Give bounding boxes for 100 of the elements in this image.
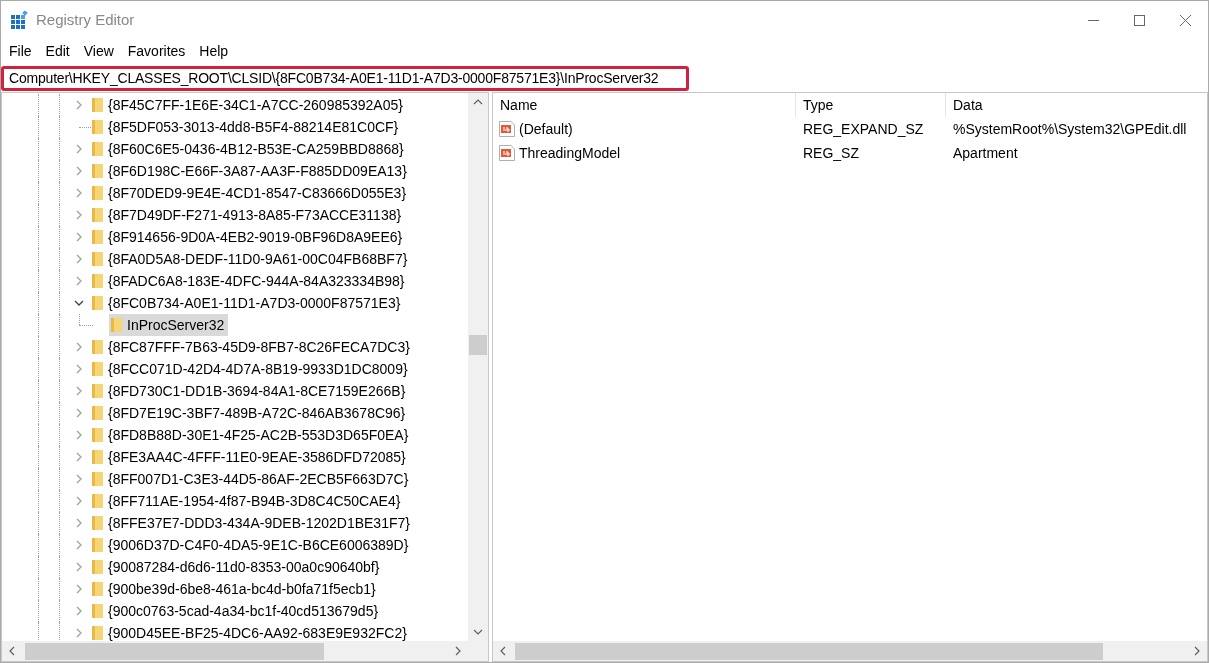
menu-item[interactable]: Favorites (120, 40, 193, 62)
tree-item[interactable]: {8FC0B734-A0E1-11D1-A7D3-0000F87571E3} (90, 292, 405, 314)
folder-icon (91, 515, 104, 531)
expand-chevron-icon[interactable] (76, 254, 82, 264)
tree-item[interactable]: {8F914656-9D0A-4EB2-9019-0BF96D8A9EE6} (90, 226, 407, 248)
tree-item[interactable]: {8FF711AE-1954-4f87-B94B-3D8C4C50CAE4} (90, 490, 405, 512)
folder-icon (91, 383, 104, 399)
folder-icon (91, 493, 104, 509)
folder-icon (91, 625, 104, 641)
tree-item[interactable]: {8FD730C1-DD1B-3694-84A1-8CE7159E266B} (90, 380, 410, 402)
expand-chevron-icon[interactable] (76, 144, 82, 154)
folder-icon (91, 97, 104, 113)
expand-chevron-icon[interactable] (76, 628, 82, 638)
value-data: %SystemRoot%\System32\GPEdit.dll (952, 119, 1188, 139)
scroll-left-icon (500, 646, 506, 656)
expand-chevron-icon[interactable] (76, 188, 82, 198)
folder-icon (91, 405, 104, 421)
menu-item[interactable]: File (2, 40, 39, 62)
expand-chevron-icon[interactable] (76, 584, 82, 594)
tree-item[interactable]: {900D45EE-BF25-4DC6-AA92-683E9E932FC2} (90, 622, 411, 641)
folder-icon (91, 185, 104, 201)
tree-item[interactable]: {8FA0D5A8-DEDF-11D0-9A61-00C04FB68BF7} (90, 248, 412, 270)
scrollbar-thumb[interactable] (25, 643, 324, 660)
tree-item[interactable]: {8FD8B88D-30E1-4F25-AC2B-553D3D65F0EA} (90, 424, 413, 446)
horizontal-scrollbar[interactable] (493, 641, 1207, 661)
tree-item[interactable]: {900be39d-6be8-461a-bc4d-b0fa71f5ecb1} (90, 578, 380, 600)
expand-chevron-icon[interactable] (76, 364, 82, 374)
folder-icon (91, 295, 104, 311)
string-value-icon (499, 121, 515, 137)
folder-icon (91, 273, 104, 289)
expand-chevron-icon[interactable] (76, 276, 82, 286)
tree-item[interactable]: {900c0763-5cad-4a34-bc1f-40cd513679d5} (90, 600, 383, 622)
expand-chevron-icon[interactable] (76, 518, 82, 528)
address-text: Computer\HKEY_CLASSES_ROOT\CLSID\{8FC0B734-A0E1-11D1-A7D3-0000F87571E3}\InProcServer32 (8, 69, 659, 88)
tree-item[interactable]: {8FCC071D-42D4-4D7A-8B19-9933D1DC8009} (90, 358, 412, 380)
expand-chevron-icon[interactable] (76, 540, 82, 550)
folder-icon (91, 471, 104, 487)
tree-item[interactable]: {8F70DED9-9E4E-4CD1-8547-C83666D055E3} (90, 182, 411, 204)
address-field[interactable]: Computer\HKEY_CLASSES_ROOT\CLSID\{8FC0B734-A0E1-11D1-A7D3-0000F87571E3}\InProcServer32 (1, 66, 689, 91)
string-value-icon (499, 145, 515, 161)
column-header[interactable]: Type (796, 93, 946, 117)
expand-chevron-icon[interactable] (76, 562, 82, 572)
expand-chevron-icon[interactable] (76, 342, 82, 352)
value-data: Apartment (952, 143, 1019, 163)
tree-item[interactable]: {8F7D49DF-F271-4913-8A85-F73ACCE31138} (90, 204, 406, 226)
tree-item[interactable]: {8F60C6E5-0436-4B12-B53E-CA259BBD8868} (90, 138, 408, 160)
tree-item[interactable]: {8F6D198C-E66F-3A87-AA3F-F885DD09EA13} (90, 160, 411, 182)
expand-chevron-icon[interactable] (76, 452, 82, 462)
scroll-down-icon (473, 629, 483, 635)
folder-icon (91, 207, 104, 223)
expand-chevron-icon[interactable] (76, 232, 82, 242)
close-icon (1179, 14, 1191, 26)
scrollbar-thumb[interactable] (469, 335, 487, 355)
folder-icon (91, 449, 104, 465)
folder-icon (91, 163, 104, 179)
expand-chevron-icon[interactable] (76, 474, 82, 484)
column-header[interactable]: Name (493, 93, 796, 117)
expand-chevron-icon[interactable] (76, 408, 82, 418)
expand-chevron-icon[interactable] (76, 430, 82, 440)
scroll-left-icon (9, 646, 15, 656)
scroll-right-icon (1194, 646, 1200, 656)
folder-icon (91, 603, 104, 619)
menu-item[interactable]: View (76, 40, 121, 62)
vertical-scrollbar[interactable] (468, 93, 488, 641)
tree-item[interactable]: {8F5DF053-3013-4dd8-B5F4-88214E81C0CF} (90, 116, 403, 138)
folder-icon (91, 141, 104, 157)
column-header[interactable]: Data (946, 93, 1207, 117)
minimize-icon (1087, 19, 1099, 21)
maximize-icon (1133, 14, 1145, 26)
tree-item[interactable]: {8F45C7FF-1E6E-34C1-A7CC-260985392A05} (90, 94, 407, 116)
expand-chevron-icon[interactable] (76, 386, 82, 396)
value-name[interactable]: (Default) (519, 118, 573, 140)
tree-item[interactable]: {8FC87FFF-7B63-45D9-8FB7-8C26FECA7DC3} (90, 336, 414, 358)
folder-icon (91, 251, 104, 267)
scrollbar-thumb[interactable] (515, 643, 1103, 660)
folder-icon (91, 581, 104, 597)
tree-item[interactable]: {8FF007D1-C3E3-44D5-86AF-2ECB5F663D7C} (90, 468, 413, 490)
scroll-up-icon (473, 99, 483, 105)
tree-item[interactable]: {90087284-d6d6-11d0-8353-00a0c90640bf} (90, 556, 384, 578)
tree-item[interactable]: {9006D37D-C4F0-4DA5-9E1C-B6CE6006389D} (90, 534, 413, 556)
tree-item[interactable]: InProcServer32 (109, 314, 229, 336)
expand-chevron-icon[interactable] (76, 606, 82, 616)
horizontal-scrollbar[interactable] (2, 641, 488, 661)
expand-chevron-icon[interactable] (76, 496, 82, 506)
tree-item[interactable]: {8FFE37E7-DDD3-434A-9DEB-1202D1BE31F7} (90, 512, 414, 534)
tree-item[interactable]: {8FE3AA4C-4FFF-11E0-9EAE-3586DFD72085} (90, 446, 410, 468)
menu-item[interactable]: Edit (38, 40, 77, 62)
folder-icon (91, 229, 104, 245)
expand-chevron-icon[interactable] (76, 166, 82, 176)
window-title: Registry Editor (36, 9, 135, 30)
folder-icon (91, 559, 104, 575)
tree-item[interactable]: {8FD7E19C-3BF7-489B-A72C-846AB3678C96} (90, 402, 410, 424)
tree-item[interactable]: {8FADC6A8-183E-4DFC-944A-84A323334B98} (90, 270, 409, 292)
value-name[interactable]: ThreadingModel (519, 142, 621, 164)
scroll-right-icon (455, 646, 461, 656)
menu-item[interactable]: Help (192, 40, 236, 62)
folder-icon (91, 361, 104, 377)
expand-chevron-icon[interactable] (76, 100, 82, 110)
expand-chevron-icon[interactable] (76, 210, 82, 220)
collapse-chevron-icon[interactable] (74, 300, 84, 306)
